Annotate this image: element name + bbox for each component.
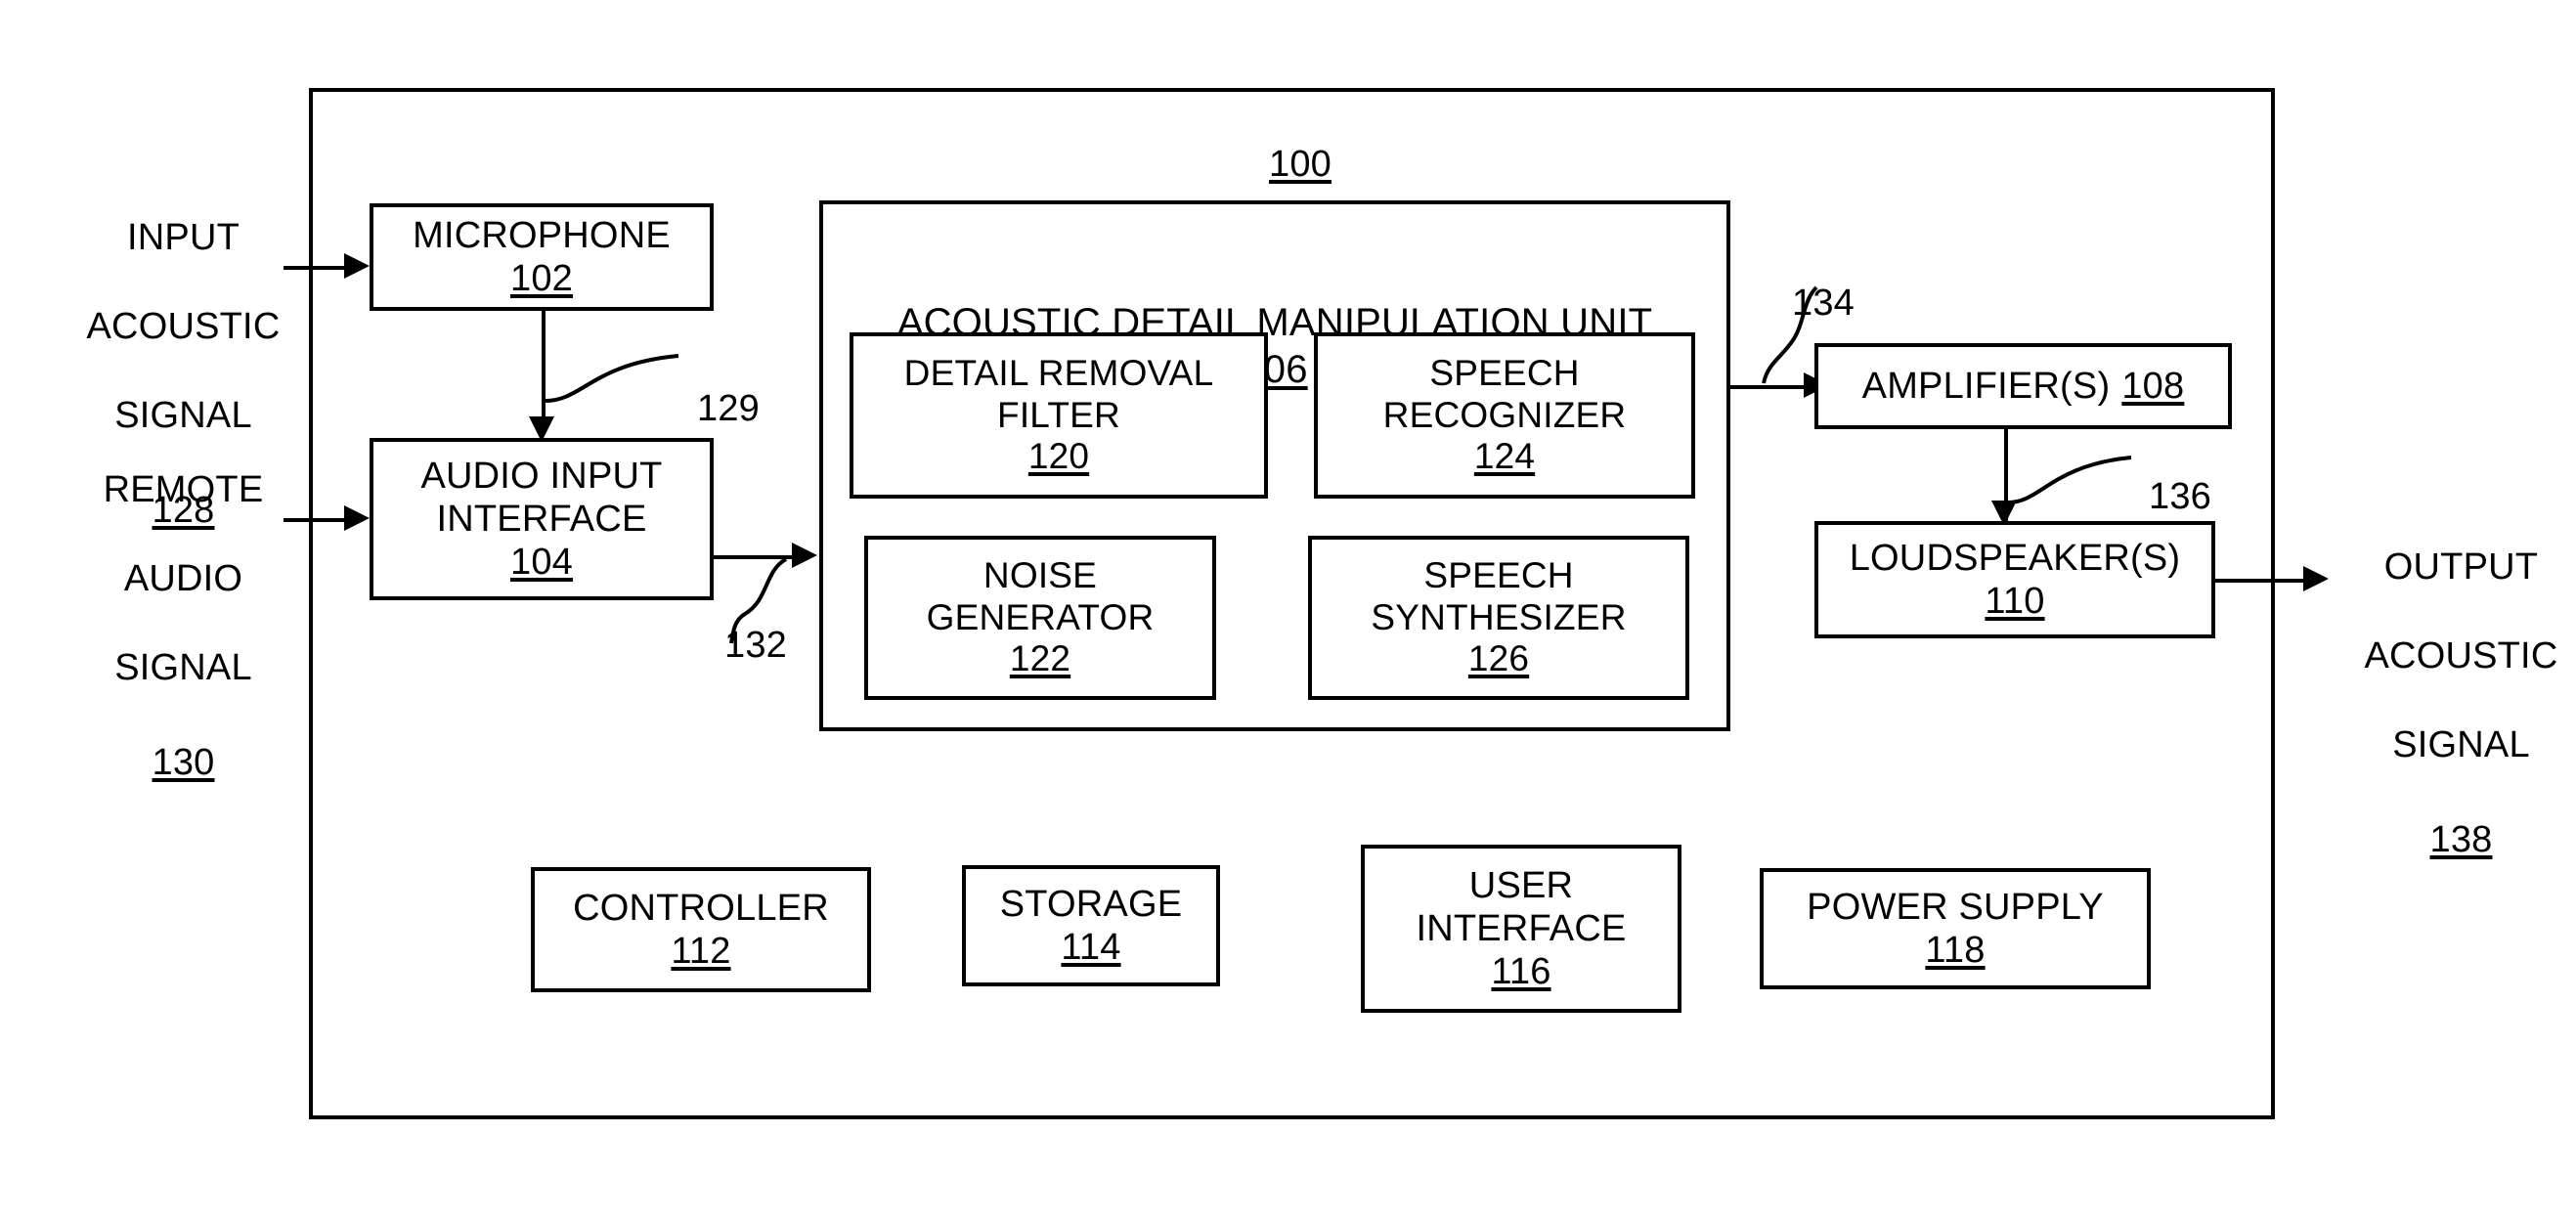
power-supply-label: POWER SUPPLY [1807,886,2104,928]
microphone-ref: 102 [509,258,573,299]
loudspeaker-ref: 110 [1985,581,2045,622]
leader-134-label: 134 [1769,237,1877,326]
audio-input-ref: 104 [509,542,573,584]
audio-input-line1: AUDIO INPUT [420,455,663,497]
input-acoustic-line1: INPUT [127,216,240,258]
output-acoustic-line1: OUTPUT [2383,545,2539,588]
power-supply-box: POWER SUPPLY 118 [1760,868,2151,989]
user-interface-ref: 116 [1491,951,1551,993]
speech-synth-line1: SPEECH [1423,554,1574,595]
user-interface-line1: USER [1468,864,1574,906]
output-acoustic-line [2215,579,2317,583]
detail-filter-line1: DETAIL REMOVAL [903,352,1214,393]
detail-filter-ref: 120 [1027,436,1090,477]
remote-audio-line3: SIGNAL [114,646,252,688]
leader-132-number: 132 [723,624,787,666]
admu-to-amp-line [1730,385,1809,389]
noise-generator-line1: NOISE [982,554,1098,595]
user-interface-line2: INTERFACE [1416,907,1627,949]
remote-audio-arrow-line [284,518,344,522]
noise-generator-box: NOISE GENERATOR 122 [864,536,1216,700]
storage-box: STORAGE 114 [962,865,1220,986]
output-acoustic-ref: 138 [2429,819,2493,861]
output-acoustic-signal-label: OUTPUT ACOUSTIC SIGNAL 138 [2346,501,2576,907]
input-acoustic-line2: ACOUSTIC [86,305,281,347]
controller-ref: 112 [671,931,731,972]
speech-synth-ref: 126 [1467,638,1530,679]
leader-136-label: 136 [2126,430,2234,519]
speech-recognizer-line2: RECOGNIZER [1382,394,1627,435]
speech-synth-line2: SYNTHESIZER [1371,596,1627,637]
amplifier-box: AMPLIFIER(S) 108 [1814,343,2232,429]
noise-generator-line2: GENERATOR [926,596,1155,637]
controller-label: CONTROLLER [573,887,829,929]
audio-input-line2: INTERFACE [436,498,647,540]
leader-132-label: 132 [702,579,809,668]
power-supply-ref: 118 [1925,930,1986,971]
remote-audio-ref: 130 [152,742,215,784]
loudspeaker-box: LOUDSPEAKER(S) 110 [1814,521,2215,638]
amplifier-ref: 108 [2121,365,2185,407]
aii-to-admu-arrowhead [792,543,817,568]
microphone-box: MICROPHONE 102 [370,203,714,311]
audio-input-interface-box: AUDIO INPUT INTERFACE 104 [370,438,714,600]
speech-recognizer-ref: 124 [1473,436,1536,477]
remote-audio-line1: REMOTE [103,468,264,510]
storage-label: STORAGE [999,883,1183,925]
detail-removal-filter-box: DETAIL REMOVAL FILTER 120 [850,332,1268,499]
controller-box: CONTROLLER 112 [531,867,871,992]
speech-recognizer-line1: SPEECH [1429,352,1580,393]
system-ref-number: 100 [1268,143,1332,185]
remote-audio-line2: AUDIO [123,557,243,599]
noise-generator-ref: 122 [1009,638,1071,679]
leader-136-curve [2007,456,2132,504]
amplifier-label: AMPLIFIER(S) [1861,365,2111,407]
storage-ref: 114 [1061,927,1121,968]
leader-134-number: 134 [1791,282,1855,324]
microphone-label: MICROPHONE [413,214,671,256]
loudspeaker-label: LOUDSPEAKER(S) [1849,537,2181,579]
detail-filter-line2: FILTER [997,394,1120,435]
leader-129-curve [545,354,679,403]
remote-audio-arrowhead [344,505,370,531]
user-interface-box: USER INTERFACE 116 [1361,845,1681,1013]
remote-audio-signal-label: REMOTE AUDIO SIGNAL 130 [49,423,318,830]
leader-129-number: 129 [696,387,760,429]
system-ref-label: 100 [1222,98,1378,187]
leader-129-label: 129 [675,342,782,431]
input-acoustic-arrow-line [284,266,344,270]
output-acoustic-line3: SIGNAL [2392,723,2530,765]
patent-figure: 100 INPUT ACOUSTIC SIGNAL 128 REMOTE AUD… [0,0,2576,1221]
speech-synthesizer-box: SPEECH SYNTHESIZER 126 [1308,536,1689,700]
output-acoustic-line2: ACOUSTIC [2364,634,2558,676]
output-acoustic-arrowhead [2303,566,2329,591]
leader-136-number: 136 [2148,475,2211,517]
speech-recognizer-box: SPEECH RECOGNIZER 124 [1314,332,1695,499]
input-acoustic-arrowhead [344,253,370,279]
